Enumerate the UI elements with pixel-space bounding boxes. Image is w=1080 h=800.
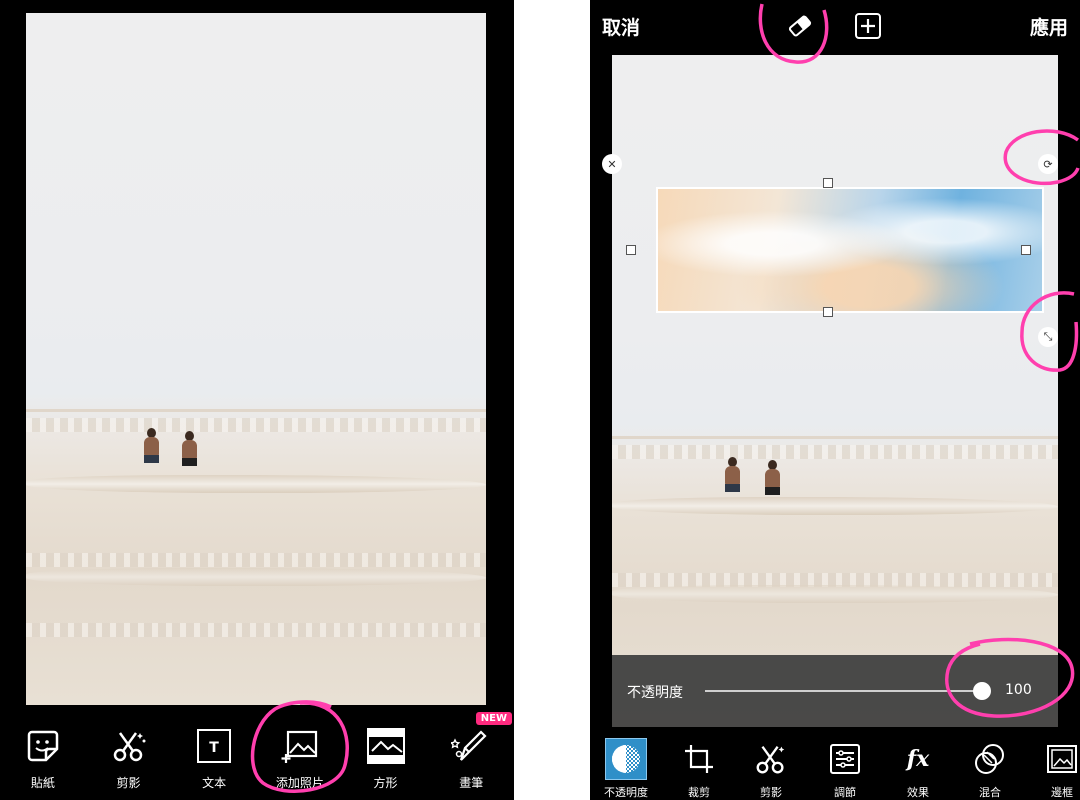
close-icon[interactable]: ✕ (602, 154, 622, 174)
person-figure (143, 428, 161, 466)
opacity-panel: 不透明度 100 (612, 655, 1058, 727)
right-phone-screen: 取消 應用 ✕ ⟳ ⤡ 不透明度 100 不透明度 裁剪 剪影 調節 fx 效果… (590, 0, 1080, 800)
tool-adjust[interactable]: 調節 (813, 738, 877, 800)
svg-text:fx: fx (905, 746, 930, 772)
opacity-value: 100 (1005, 682, 1032, 698)
eraser-icon[interactable] (784, 10, 816, 42)
tool-label: 效果 (907, 786, 929, 799)
water-sparkle (612, 445, 1058, 459)
tool-label: 畫筆 (459, 776, 484, 790)
resize-handle-bottom[interactable] (823, 307, 833, 317)
tool-add-photo[interactable]: 添加照片 (257, 726, 343, 791)
opacity-icon (605, 738, 647, 780)
rotate-icon[interactable]: ⟳ (1038, 154, 1058, 174)
horizon-line (26, 409, 486, 412)
opacity-slider[interactable] (705, 682, 991, 700)
tool-square-fit[interactable]: 方形 (343, 726, 429, 791)
tool-label: 剪影 (760, 786, 782, 799)
wave (26, 475, 486, 493)
tool-cutout[interactable]: 剪影 (739, 738, 803, 800)
person-figure (764, 460, 782, 498)
wave (26, 568, 486, 586)
tool-label: 文本 (202, 776, 227, 790)
water-sparkle (26, 418, 486, 432)
text-icon: T (194, 726, 234, 766)
cancel-button[interactable]: 取消 (602, 13, 640, 40)
tool-label: 剪影 (116, 776, 141, 790)
tool-cutout[interactable]: 剪影 (86, 726, 172, 791)
person-figure (181, 431, 199, 469)
tool-sticker[interactable]: 貼紙 (0, 726, 86, 791)
tool-brush[interactable]: NEW 畫筆 (428, 712, 514, 791)
opacity-label: 不透明度 (627, 685, 683, 701)
tool-crop[interactable]: 裁剪 (667, 738, 731, 800)
border-icon (1041, 738, 1080, 780)
overlay-sky-image[interactable] (656, 187, 1044, 313)
wave (612, 497, 1058, 515)
plus-square-icon[interactable] (852, 10, 884, 42)
tool-label: 調節 (834, 786, 856, 799)
top-bar: 取消 應用 (590, 0, 1080, 52)
left-phone-screen: 貼紙 剪影 T 文本 添加照片 方形 NEW 畫筆 (0, 0, 514, 800)
resize-handle-top[interactable] (823, 178, 833, 188)
resize-handle-right[interactable] (1021, 245, 1031, 255)
blend-icon (969, 738, 1011, 780)
resize-icon[interactable]: ⤡ (1038, 327, 1058, 347)
resize-handle-left[interactable] (626, 245, 636, 255)
svg-text:T: T (209, 740, 219, 756)
tool-text[interactable]: T 文本 (171, 726, 257, 791)
person-figure (724, 457, 742, 495)
horizon-line (612, 436, 1058, 439)
tool-label: 添加照片 (275, 776, 324, 790)
brush-icon (451, 726, 491, 766)
canvas-photo (612, 55, 1058, 727)
water-sparkle (26, 553, 486, 567)
wave (612, 585, 1058, 603)
opacity-slider-knob[interactable] (973, 682, 991, 700)
cutout-scissors-icon (750, 738, 792, 780)
tool-label: 貼紙 (30, 776, 55, 790)
bottom-toolbar: 貼紙 剪影 T 文本 添加照片 方形 NEW 畫筆 (0, 712, 514, 791)
sticker-icon (23, 726, 63, 766)
adjust-icon (824, 738, 866, 780)
apply-button[interactable]: 應用 (1030, 13, 1068, 40)
new-badge: NEW (475, 712, 513, 725)
crop-icon (678, 738, 720, 780)
tool-border[interactable]: 邊框 (1030, 738, 1080, 800)
tool-blend[interactable]: 混合 (958, 738, 1022, 800)
cutout-scissors-icon (109, 726, 149, 766)
water-sparkle (26, 623, 486, 637)
square-fit-icon (366, 726, 406, 766)
tool-label: 不透明度 (604, 786, 648, 799)
fx-icon: fx (897, 738, 939, 780)
tool-label: 方形 (373, 776, 398, 790)
tool-opacity[interactable]: 不透明度 (594, 738, 658, 800)
tool-effects[interactable]: fx 效果 (886, 738, 950, 800)
tool-label: 邊框 (1051, 786, 1073, 799)
canvas-photo (26, 13, 486, 705)
tool-label: 混合 (979, 786, 1001, 799)
tool-label: 裁剪 (688, 786, 710, 799)
add-photo-icon (280, 726, 320, 766)
